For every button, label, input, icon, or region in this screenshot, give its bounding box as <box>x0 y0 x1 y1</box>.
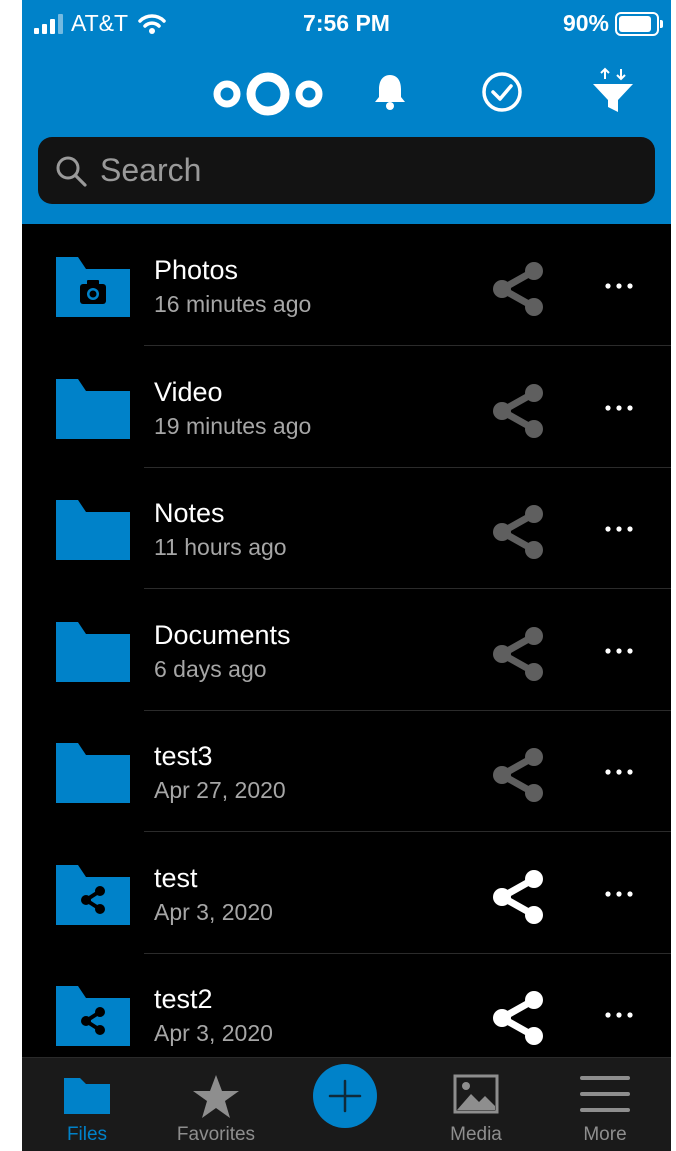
file-row[interactable]: test Apr 3, 2020 <box>22 833 671 954</box>
file-row[interactable]: Documents 6 days ago <box>22 590 671 711</box>
share-icon[interactable] <box>490 869 546 925</box>
file-name: test3 <box>154 741 213 771</box>
file-modified: 6 days ago <box>154 655 267 682</box>
folder-shared-icon <box>56 864 130 925</box>
folder-icon <box>64 1078 110 1114</box>
file-list: Photos 16 minutes ago Video 19 minutes ago N… <box>22 225 671 1057</box>
file-modified: Apr 3, 2020 <box>154 898 273 925</box>
share-icon[interactable] <box>490 383 546 439</box>
more-options-icon[interactable] <box>602 879 636 909</box>
battery-percent: 90% <box>562 10 609 36</box>
file-row[interactable]: test3 Apr 27, 2020 <box>22 711 671 832</box>
tab-favorites[interactable]: Favorites <box>161 1058 271 1151</box>
more-options-icon[interactable] <box>602 271 636 301</box>
nextcloud-logo <box>213 72 323 116</box>
share-icon[interactable] <box>490 261 546 317</box>
file-name: test2 <box>154 984 213 1014</box>
tab-media[interactable]: Media <box>421 1058 531 1151</box>
file-modified: 19 minutes ago <box>154 412 312 439</box>
share-icon[interactable] <box>490 990 546 1046</box>
folder-icon <box>56 378 130 439</box>
search-bar[interactable] <box>38 137 655 204</box>
file-modified: Apr 27, 2020 <box>154 777 286 803</box>
search-icon <box>56 156 87 187</box>
file-row[interactable]: Notes 11 hours ago <box>22 468 671 589</box>
image-icon <box>453 1074 499 1114</box>
status-bar: AT&T 7:56 PM 90% <box>22 0 671 50</box>
file-row[interactable]: test2 Apr 3, 2020 <box>22 954 671 1057</box>
file-name: Notes <box>154 498 225 528</box>
menu-icon <box>580 1076 630 1112</box>
more-options-icon[interactable] <box>602 1000 636 1030</box>
phone-screen: AT&T 7:56 PM 90% Search Photos 16 minute… <box>22 0 671 1151</box>
share-icon[interactable] <box>490 504 546 560</box>
tab-more[interactable]: More <box>550 1058 660 1151</box>
file-name: Video <box>154 376 223 407</box>
file-name: Photos <box>154 255 239 285</box>
star-icon <box>193 1075 239 1118</box>
file-row[interactable]: Video 19 minutes ago <box>22 347 671 468</box>
folder-icon <box>56 500 130 560</box>
folder-icon <box>56 743 130 803</box>
more-options-icon[interactable] <box>602 514 636 544</box>
more-options-icon[interactable] <box>602 393 636 423</box>
battery-icon <box>615 11 663 36</box>
tab-label: Files <box>66 1124 108 1145</box>
tab-label: More <box>583 1124 627 1145</box>
more-options-icon[interactable] <box>602 757 636 787</box>
file-row[interactable]: Photos 16 minutes ago <box>22 225 671 346</box>
tab-label: Media <box>450 1124 502 1145</box>
sort-filter-icon[interactable] <box>590 66 636 114</box>
plus-icon <box>328 1079 362 1113</box>
folder-camera-icon <box>56 257 130 317</box>
battery: 90% <box>562 10 663 37</box>
share-icon[interactable] <box>490 747 546 803</box>
check-circle-icon[interactable] <box>480 70 524 114</box>
folder-shared-icon <box>56 986 130 1046</box>
tab-files[interactable]: Files <box>32 1058 142 1151</box>
share-icon[interactable] <box>490 626 546 682</box>
file-name: Documents <box>154 619 291 650</box>
header: AT&T 7:56 PM 90% <box>22 0 671 224</box>
more-options-icon[interactable] <box>602 636 636 666</box>
bell-icon[interactable] <box>372 72 408 112</box>
tab-label: Favorites <box>176 1124 256 1145</box>
search-input[interactable] <box>98 151 622 190</box>
add-button[interactable] <box>313 1064 377 1128</box>
file-modified: 11 hours ago <box>154 534 287 560</box>
folder-icon <box>56 621 130 682</box>
file-modified: Apr 3, 2020 <box>154 1020 273 1046</box>
file-modified: 16 minutes ago <box>154 291 312 317</box>
file-name: test <box>154 862 198 893</box>
